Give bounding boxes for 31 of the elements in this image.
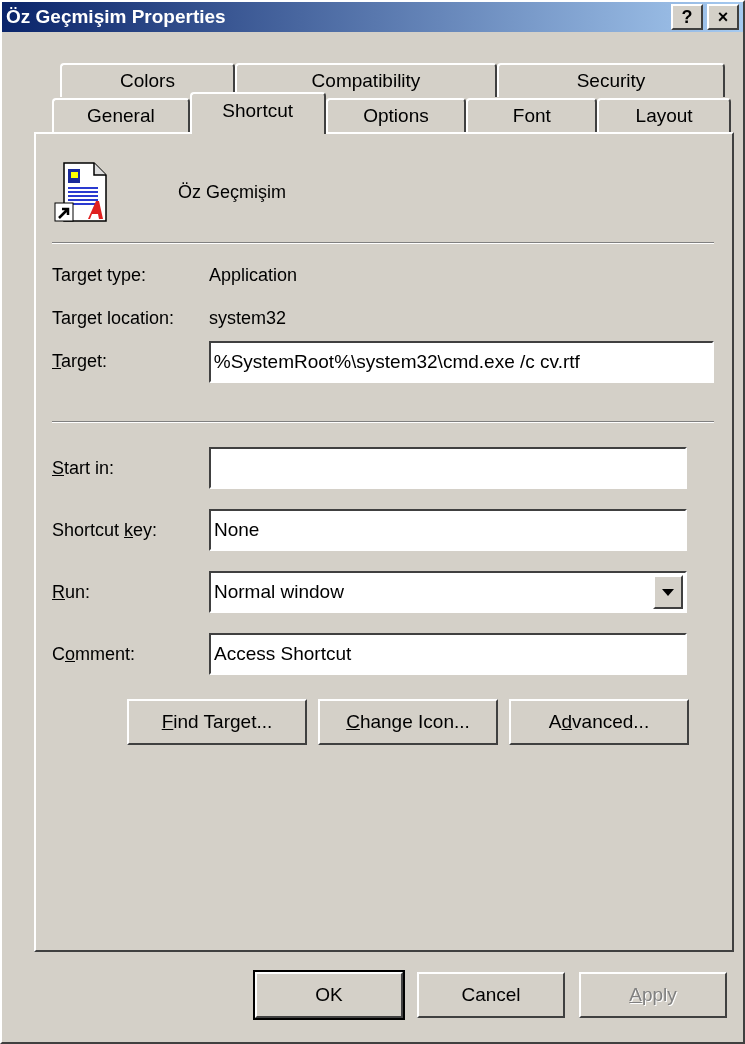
tab[interactable]: Shortcut [189, 92, 326, 134]
field-label: Run: [52, 581, 92, 603]
tab[interactable]: Colors [60, 63, 235, 97]
tab[interactable]: Font [466, 98, 598, 132]
tab[interactable]: Layout [597, 98, 731, 132]
field-label: Target: [52, 351, 109, 372]
action-button[interactable]: Find Target... [127, 699, 307, 745]
tab[interactable]: Security [497, 63, 725, 97]
dialog-button[interactable]: OK [255, 972, 403, 1018]
info-label: Target location: [52, 308, 176, 329]
action-button[interactable]: Change Icon... [318, 699, 498, 745]
shortcut-name: Öz Geçmişim [178, 181, 286, 203]
field-label: Shortcut key: [52, 519, 159, 541]
field-label: Start in: [52, 457, 116, 479]
info-value: system32 [209, 308, 287, 329]
input-field[interactable] [209, 447, 687, 489]
input-field[interactable]: Access Shortcut [209, 633, 687, 675]
info-value: Application [209, 265, 298, 286]
window-title: Öz Geçmişim Properties [6, 6, 227, 28]
help-button[interactable]: ? [671, 4, 703, 30]
run-dropdown[interactable]: Normal window [209, 571, 687, 613]
field-label: Comment: [52, 643, 137, 665]
close-button[interactable]: × [707, 4, 739, 30]
tab[interactable]: General [52, 98, 190, 132]
input-field[interactable]: None [209, 509, 687, 551]
tab[interactable]: Options [325, 98, 467, 132]
tab[interactable]: Compatibility [235, 63, 497, 97]
info-label: Target type: [52, 265, 148, 286]
target-field[interactable]: %SystemRoot%\system32\cmd.exe /c cv.rtf [208, 340, 714, 383]
action-button[interactable]: Advanced... [509, 699, 689, 745]
dialog-button[interactable]: Cancel [417, 972, 565, 1018]
